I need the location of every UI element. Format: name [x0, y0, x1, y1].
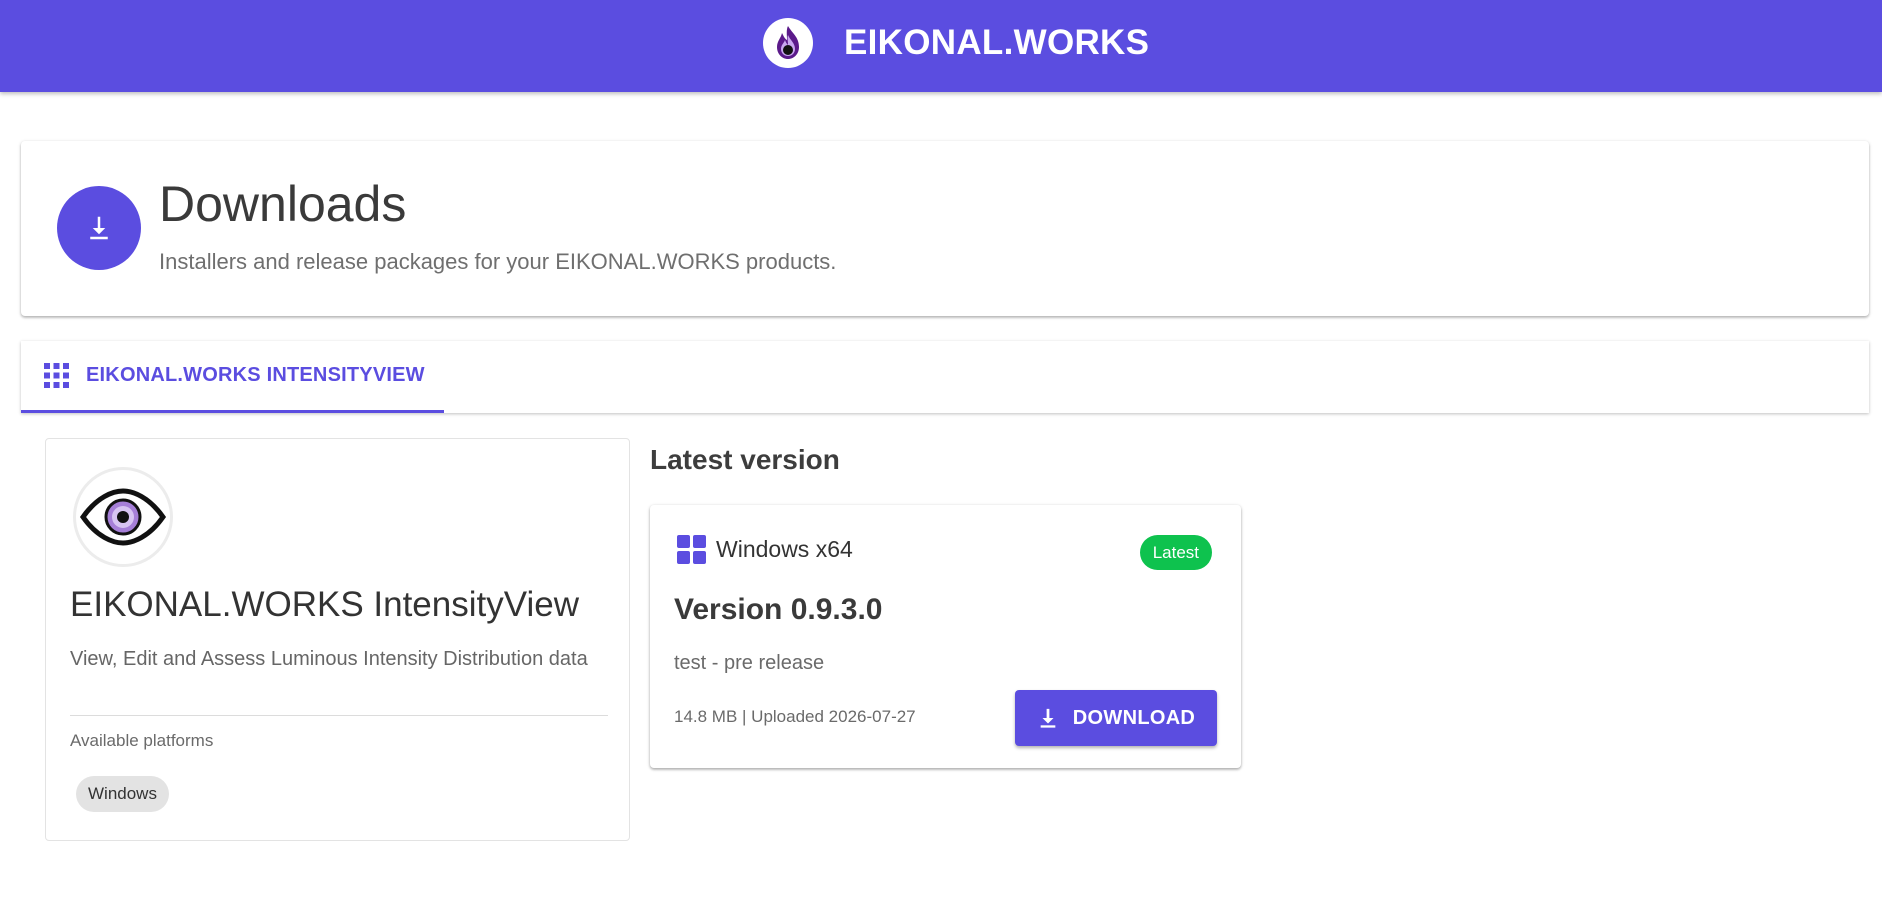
- divider: [70, 715, 608, 716]
- eye-logo-icon: [73, 467, 173, 567]
- product-description: View, Edit and Assess Luminous Intensity…: [70, 648, 588, 670]
- page-title: Downloads: [159, 176, 407, 232]
- windows-icon: [677, 535, 706, 564]
- brand-name: EIKONAL.WORKS: [844, 23, 1150, 62]
- brand[interactable]: EIKONAL.WORKS: [763, 18, 1149, 68]
- download-button-label: DOWNLOAD: [1072, 706, 1196, 729]
- file-meta: 14.8 MB | Uploaded 2026-07-27: [674, 707, 916, 726]
- latest-badge: Latest: [1139, 535, 1212, 570]
- release-card: Windows x64 Latest Version 0.9.3.0 test …: [650, 505, 1241, 768]
- product-card: EIKONAL.WORKS IntensityView View, Edit a…: [45, 438, 630, 841]
- page-header-card: Downloads Installers and release package…: [21, 141, 1869, 316]
- download-icon: [57, 186, 141, 270]
- app-bar: EIKONAL.WORKS: [0, 0, 1882, 92]
- flame-logo-icon: [763, 18, 813, 68]
- tab-label: EIKONAL.WORKS INTENSITYVIEW: [86, 364, 425, 386]
- download-icon: [1040, 708, 1056, 728]
- page-subtitle: Installers and release packages for your…: [159, 249, 837, 274]
- latest-version-heading: Latest version: [650, 444, 840, 475]
- tab-intensityview[interactable]: EIKONAL.WORKS INTENSITYVIEW: [21, 341, 444, 413]
- platform-row: Windows x64: [677, 535, 853, 564]
- download-button[interactable]: DOWNLOAD: [1015, 690, 1217, 746]
- platforms-label: Available platforms: [70, 731, 214, 750]
- platform-name: Windows x64: [716, 536, 853, 562]
- release-note: test - pre release: [674, 652, 825, 674]
- version-number: Version 0.9.3.0: [674, 593, 883, 626]
- product-tabs: EIKONAL.WORKS INTENSITYVIEW: [21, 341, 1869, 413]
- platform-chip-windows: Windows: [76, 776, 169, 812]
- apps-grid-icon: [44, 363, 69, 388]
- product-name: EIKONAL.WORKS IntensityView: [70, 585, 579, 624]
